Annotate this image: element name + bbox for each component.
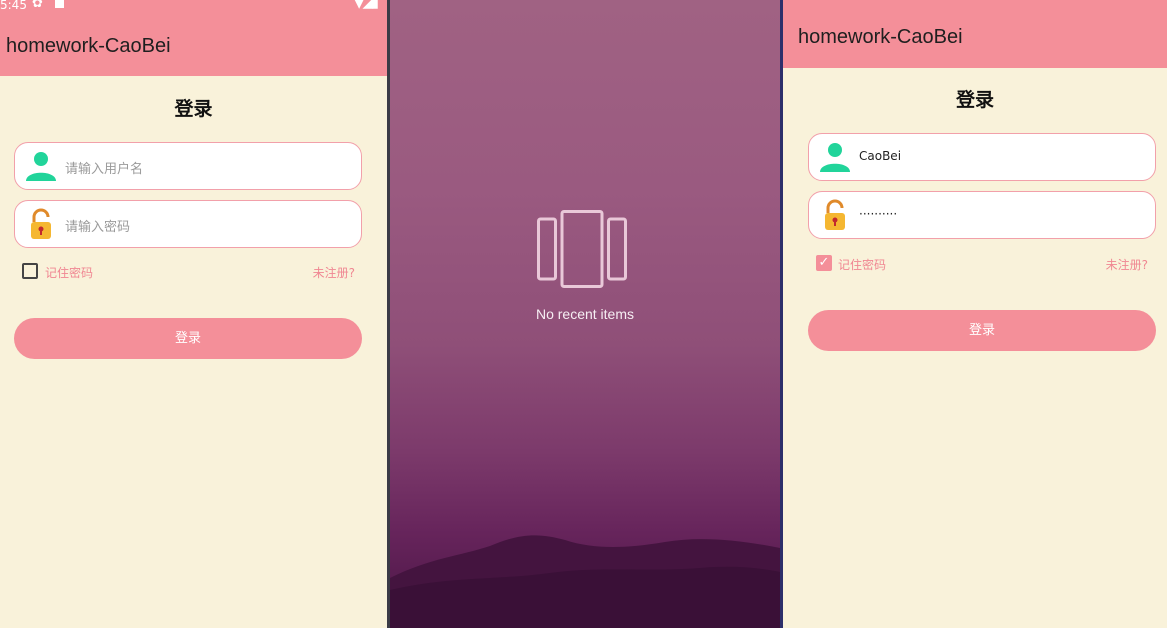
password-value: ·········· xyxy=(859,207,898,221)
login-button[interactable]: 登录 xyxy=(808,310,1156,351)
register-link[interactable]: 未注册? xyxy=(313,264,355,281)
username-field[interactable]: CaoBei xyxy=(808,133,1156,181)
password-field[interactable]: ·········· xyxy=(808,191,1156,239)
app-title: homework-CaoBei xyxy=(798,26,963,48)
username-field[interactable]: 请输入用户名 xyxy=(14,142,362,190)
username-placeholder: 请输入用户名 xyxy=(65,162,144,177)
status-bar: 5:45 ✿ ▼◢▮ xyxy=(0,0,387,14)
username-value: CaoBei xyxy=(859,149,902,163)
remember-password-label: 记住密码 xyxy=(838,258,887,272)
user-icon xyxy=(25,150,57,182)
sim-icon xyxy=(55,0,64,8)
remember-password-checkbox[interactable] xyxy=(22,263,38,279)
status-time: 5:45 xyxy=(0,0,27,12)
right-login-screen: homework-CaoBei 登录 CaoBei ·········· ✓ 记… xyxy=(783,0,1167,628)
register-link[interactable]: 未注册? xyxy=(1106,256,1148,273)
user-icon xyxy=(819,141,851,173)
page-title: 登录 xyxy=(955,89,994,111)
recents-screen: No recent items xyxy=(390,0,780,628)
mountain-wallpaper xyxy=(390,535,780,628)
recents-icon xyxy=(537,210,627,288)
remember-password-label: 记住密码 xyxy=(45,266,94,280)
lock-open-icon xyxy=(819,199,851,231)
remember-password-checkbox[interactable]: ✓ xyxy=(816,255,832,271)
page-title: 登录 xyxy=(174,98,213,120)
app-bar: 5:45 ✿ ▼◢▮ homework-CaoBei xyxy=(0,0,387,76)
password-placeholder: 请输入密码 xyxy=(65,220,131,235)
password-field[interactable]: 请输入密码 xyxy=(14,200,362,248)
lock-open-icon xyxy=(25,208,57,240)
no-recent-items-text: No recent items xyxy=(535,306,635,322)
settings-icon: ✿ xyxy=(32,0,43,11)
login-button[interactable]: 登录 xyxy=(14,318,362,359)
app-title: homework-CaoBei xyxy=(6,35,171,57)
signal-icon: ▼◢▮ xyxy=(353,0,379,11)
left-login-screen: 5:45 ✿ ▼◢▮ homework-CaoBei 登录 请输入用户名 请输入… xyxy=(0,0,387,628)
app-bar: homework-CaoBei xyxy=(783,0,1167,68)
